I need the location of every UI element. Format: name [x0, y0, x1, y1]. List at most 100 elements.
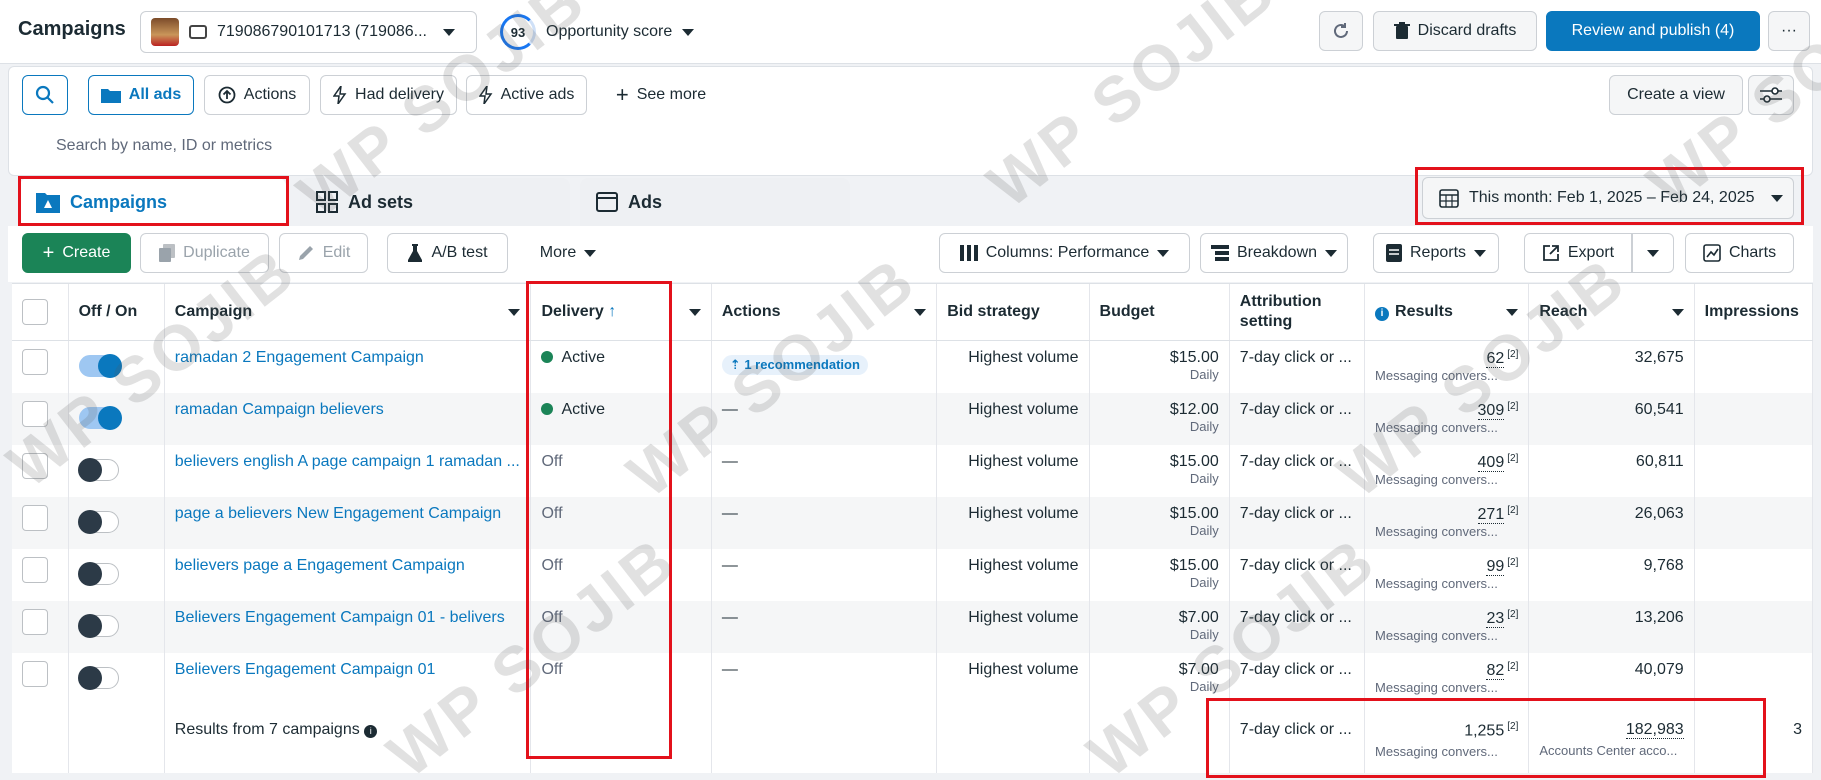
- row-checkbox[interactable]: [22, 556, 48, 583]
- refresh-icon: [1334, 23, 1348, 38]
- actions-cell: —: [711, 444, 938, 497]
- info-icon: i: [364, 724, 378, 738]
- see-more-label: See more: [636, 86, 707, 103]
- delivery-cell: Active: [530, 340, 712, 393]
- chevron-down-icon: [1770, 194, 1783, 202]
- attribution-cell: 7-day click or ...: [1229, 652, 1366, 705]
- refresh-button[interactable]: [1319, 11, 1363, 51]
- bid-strategy-cell: Highest volume: [936, 652, 1090, 705]
- row-toggle-cell: [68, 392, 165, 445]
- header-actions[interactable]: Actions: [711, 284, 938, 341]
- header-attribution[interactable]: Attribution setting: [1229, 284, 1366, 341]
- campaign-name-link[interactable]: believers english A page campaign 1 rama…: [175, 453, 521, 471]
- summary-empty: [936, 704, 1090, 773]
- campaign-name-link[interactable]: Believers Engagement Campaign 01: [175, 661, 521, 679]
- create-button[interactable]: + Create: [22, 233, 131, 273]
- table-row[interactable]: page a believers New Engagement Campaign…: [12, 496, 1813, 549]
- reach-cell: 9,768: [1528, 548, 1695, 601]
- export-options-button[interactable]: [1632, 233, 1674, 273]
- impressions-cell: [1694, 444, 1813, 497]
- filter-active-ads[interactable]: Active ads: [466, 75, 587, 115]
- tab-ads[interactable]: Ads: [580, 178, 850, 226]
- budget-cell: $15.00 Daily: [1089, 548, 1230, 601]
- header-reach[interactable]: Reach: [1528, 284, 1695, 341]
- delivery-status: Active: [561, 349, 606, 366]
- campaign-toggle[interactable]: [77, 457, 119, 482]
- campaign-name-link[interactable]: Believers Engagement Campaign 01 - beliv…: [175, 609, 521, 627]
- table-row[interactable]: believers page a Engagement Campaign Off —…: [12, 548, 1813, 601]
- header-delivery[interactable]: Delivery ↑: [530, 284, 712, 341]
- export-button[interactable]: Export: [1524, 233, 1632, 273]
- row-checkbox[interactable]: [22, 400, 48, 427]
- campaign-toggle[interactable]: [78, 354, 122, 378]
- summary-label-cell: Results from 7 campaigns i: [164, 704, 532, 773]
- row-toggle-cell: [68, 548, 165, 601]
- header-campaign[interactable]: Campaign: [164, 284, 532, 341]
- charts-button[interactable]: Charts: [1685, 233, 1794, 273]
- more-button[interactable]: More: [522, 233, 614, 273]
- search-input[interactable]: [24, 126, 1794, 166]
- row-checkbox[interactable]: [22, 504, 48, 531]
- campaign-name-link[interactable]: ramadan Campaign believers: [175, 401, 521, 419]
- filter-actions[interactable]: Actions: [204, 75, 310, 115]
- opportunity-score[interactable]: 93 Opportunity score: [500, 14, 695, 50]
- chevron-down-icon: [1647, 249, 1659, 257]
- recommendation-badge[interactable]: ⇡ 1 recommendation: [721, 355, 868, 375]
- filter-settings-button[interactable]: [1748, 75, 1794, 115]
- campaign-toggle[interactable]: [77, 561, 119, 586]
- summary-row: Results from 7 campaigns i 7-day click o…: [12, 704, 1813, 773]
- see-more-button[interactable]: + See more: [598, 75, 724, 115]
- more-options-button[interactable]: ···: [1768, 11, 1810, 51]
- reach-cell: 32,675: [1528, 340, 1695, 393]
- summary-results: 1,255 [2] Messaging convers...: [1364, 704, 1530, 773]
- table-row[interactable]: Believers Engagement Campaign 01 - beliv…: [12, 600, 1813, 653]
- select-all-checkbox[interactable]: [22, 299, 48, 325]
- campaign-name-link[interactable]: page a believers New Engagement Campaign: [175, 505, 521, 523]
- campaign-name-link[interactable]: believers page a Engagement Campaign: [175, 557, 521, 575]
- tab-ad-sets[interactable]: Ad sets: [300, 178, 570, 226]
- review-publish-button[interactable]: Review and publish (4): [1546, 11, 1760, 51]
- campaign-toggle[interactable]: [77, 509, 119, 534]
- account-selector[interactable]: 719086790101713 (719086...: [140, 11, 477, 53]
- row-checkbox[interactable]: [22, 608, 48, 635]
- reports-button[interactable]: Reports: [1373, 233, 1499, 273]
- campaign-folder-icon: [36, 193, 60, 213]
- filter-had-delivery[interactable]: Had delivery: [320, 75, 457, 115]
- campaign-name-link[interactable]: ramadan 2 Engagement Campaign: [175, 349, 521, 367]
- discard-drafts-button[interactable]: Discard drafts: [1373, 11, 1537, 51]
- create-view-button[interactable]: Create a view: [1609, 75, 1743, 115]
- create-view-label: Create a view: [1627, 86, 1725, 103]
- ab-test-button[interactable]: A/B test: [387, 233, 508, 273]
- results-footnote: [2]: [1507, 400, 1519, 412]
- campaign-toggle[interactable]: [77, 613, 119, 638]
- filter-all-ads[interactable]: All ads: [88, 75, 194, 115]
- table-row[interactable]: Believers Engagement Campaign 01 Off — High…: [12, 652, 1813, 705]
- table-row[interactable]: believers english A page campaign 1 rama…: [12, 444, 1813, 497]
- row-checkbox[interactable]: [22, 452, 48, 479]
- breakdown-button[interactable]: Breakdown: [1200, 233, 1348, 273]
- trash-icon: [1393, 22, 1410, 39]
- duplicate-button[interactable]: Duplicate: [140, 233, 269, 273]
- discard-drafts-label: Discard drafts: [1417, 22, 1517, 39]
- edit-button[interactable]: Edit: [279, 233, 368, 273]
- campaign-toggle[interactable]: [78, 405, 122, 430]
- columns-button[interactable]: Columns: Performance: [939, 233, 1190, 273]
- date-range-picker[interactable]: This month: Feb 1, 2025 – Feb 24, 2025: [1422, 177, 1794, 219]
- summary-label: Results from 7 campaigns: [174, 720, 360, 738]
- campaign-toggle[interactable]: [77, 665, 119, 690]
- toggle-knob: [77, 561, 102, 586]
- flask-icon: [408, 244, 423, 262]
- search-button[interactable]: [22, 75, 68, 115]
- tab-campaigns[interactable]: Campaigns: [20, 178, 286, 226]
- header-results[interactable]: i Results: [1364, 284, 1530, 341]
- table-row[interactable]: ramadan 2 Engagement Campaign Active ⇡ 1 r…: [12, 340, 1813, 393]
- header-impressions[interactable]: Impressions: [1694, 284, 1813, 341]
- budget-value: $15.00: [1169, 452, 1219, 470]
- row-checkbox[interactable]: [22, 660, 48, 687]
- header-budget[interactable]: Budget: [1089, 284, 1230, 341]
- table-row[interactable]: ramadan Campaign believers Active — Highest…: [12, 392, 1813, 445]
- row-checkbox[interactable]: [22, 349, 48, 375]
- header-offon[interactable]: Off / On: [68, 284, 165, 341]
- header-bid-strategy[interactable]: Bid strategy: [936, 284, 1090, 341]
- breakdown-label: Breakdown: [1236, 244, 1318, 261]
